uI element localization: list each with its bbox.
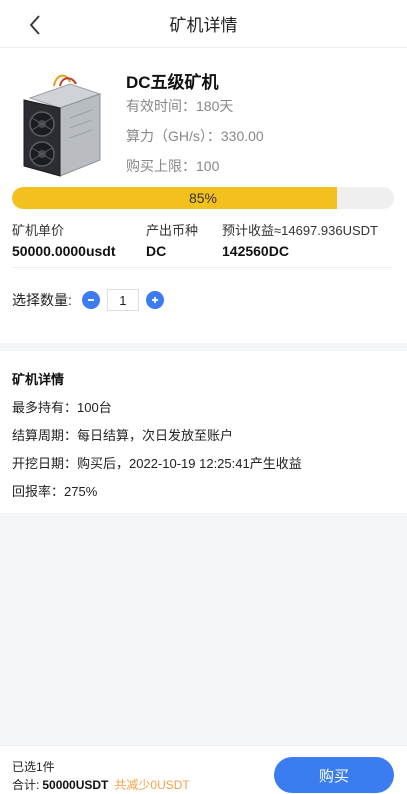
divider xyxy=(12,267,392,268)
unit-price-value: 50000.0000usdt xyxy=(12,243,116,259)
output-currency-value: DC xyxy=(146,243,167,259)
quantity-input[interactable] xyxy=(106,289,139,311)
progress-label: 85% xyxy=(188,190,218,206)
saving-text: 共减少0USDT xyxy=(114,778,190,792)
buy-button[interactable]: 购买 xyxy=(274,757,394,793)
quantity-label: 选择数量: xyxy=(12,292,72,308)
header-bar: 矿机详情 xyxy=(0,0,407,48)
return-rate-text: 回报率：275% xyxy=(12,484,98,499)
purchase-limit-text: 购买上限：100 xyxy=(126,158,220,174)
total-line: 合计: 50000USDT 共减少0USDT xyxy=(12,776,190,793)
output-currency-stat: 产出币种 DC xyxy=(146,220,198,259)
output-currency-label: 产出币种 xyxy=(146,223,199,238)
product-card: DC五级矿机 有效时间：180天 算力（GH/s）：330.00 购买上限：10… xyxy=(0,48,407,343)
settlement-text: 结算周期：每日结算，次日发放至账户 xyxy=(12,428,234,443)
unit-price-label: 矿机单价 xyxy=(12,223,65,238)
purchase-footer: 已选1件 合计: 50000USDT 共减少0USDT 购买 xyxy=(0,745,407,794)
back-button[interactable] xyxy=(22,12,48,38)
hashrate-text: 算力（GH/s）：330.00 xyxy=(126,128,264,144)
expected-income-label: 预计收益≈14697.936USDT xyxy=(222,223,378,238)
expected-income-stat: 预计收益≈14697.936USDT 142560DC xyxy=(222,220,378,259)
product-name: DC五级矿机 xyxy=(126,73,219,92)
mining-date-text: 开挖日期：购买后，2022-10-19 12:25:41产生收益 xyxy=(12,456,302,471)
total-label: 合计: xyxy=(12,778,40,792)
minus-icon xyxy=(87,299,94,301)
validity-text: 有效时间：180天 xyxy=(126,98,234,114)
plus-icon xyxy=(151,297,158,303)
total-amount: 50000USDT xyxy=(42,778,109,792)
selected-count: 已选1件 xyxy=(12,760,55,774)
page-title: 矿机详情 xyxy=(169,16,238,35)
chevron-left-icon xyxy=(29,15,40,35)
details-title: 矿机详情 xyxy=(12,372,65,387)
quantity-selector: 选择数量: xyxy=(12,289,164,311)
decrease-quantity-button[interactable] xyxy=(81,291,100,309)
unit-price-stat: 矿机单价 50000.0000usdt xyxy=(12,220,116,259)
sales-progress-bar: 85% xyxy=(12,187,394,209)
increase-quantity-button[interactable] xyxy=(145,291,164,309)
details-card: 矿机详情 最多持有：100台 结算周期：每日结算，次日发放至账户 开挖日期：购买… xyxy=(0,351,407,513)
miner-image xyxy=(14,68,106,180)
max-hold-text: 最多持有：100台 xyxy=(12,400,112,415)
expected-income-value: 142560DC xyxy=(222,243,289,259)
